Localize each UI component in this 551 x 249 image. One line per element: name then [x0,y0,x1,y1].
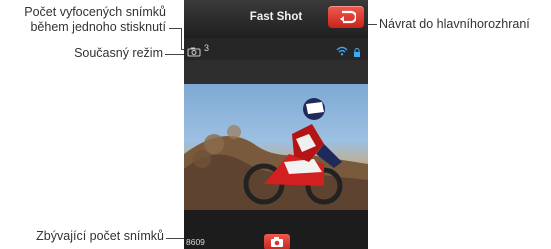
callout-shots-per-press: Počet vyfocených snímků během jednoho st… [3,5,166,35]
shots-per-press-count: 3 [204,43,210,53]
remaining-shots-count: 8609 [186,237,205,247]
status-bar: 3 [184,38,368,60]
callout-remaining-shots: Zbývající počet snímků [36,229,164,243]
leader-line-remaining [166,238,185,239]
wifi-icon [336,43,348,61]
fast-shot-screen: Fast Shot 3 8609 [184,0,368,249]
shutter-button[interactable] [264,234,290,249]
callout-current-mode: Současný režim [74,46,163,60]
callout-back-to-main: Návrat do hlavníhorozhraní [379,17,530,31]
live-preview-image [184,84,368,210]
leader-line-mode [165,54,185,55]
leader-line-shots-vertical [181,28,182,49]
callout-shots-per-press-line2: během jednoho stisknutí [30,20,166,34]
return-to-main-button[interactable] [328,6,364,28]
bottom-bar: 8609 [184,210,368,249]
title-bar: Fast Shot [184,0,368,39]
callout-shots-per-press-line1: Počet vyfocených snímků [24,5,166,19]
preview-top-spacer [184,60,368,84]
